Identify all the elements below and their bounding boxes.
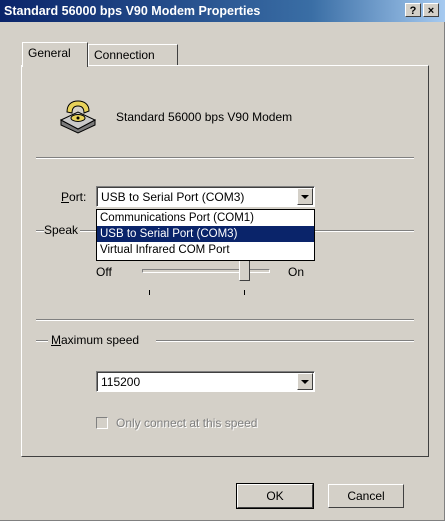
port-option-com3[interactable]: USB to Serial Port (COM3) bbox=[97, 226, 314, 242]
modem-telephone-icon bbox=[59, 100, 97, 134]
speaker-on-label: On bbox=[288, 265, 305, 279]
maximum-speed-label: Maximum speed bbox=[51, 333, 140, 347]
help-button[interactable]: ? bbox=[405, 3, 421, 17]
tab-connection[interactable]: Connection bbox=[88, 44, 178, 66]
speaker-volume-slider-track[interactable] bbox=[142, 269, 270, 273]
port-dropdown-list[interactable]: Communications Port (COM1) USB to Serial… bbox=[96, 209, 315, 261]
speaker-group-label: Speak bbox=[44, 223, 81, 237]
slider-tick-current bbox=[244, 290, 245, 295]
tab-general[interactable]: General bbox=[22, 42, 88, 67]
speaker-group-line-right bbox=[315, 230, 414, 232]
title-bar[interactable]: Standard 56000 bps V90 Modem Properties … bbox=[0, 0, 445, 22]
port-label: Port: bbox=[61, 190, 87, 204]
slider-tick-min bbox=[149, 290, 150, 295]
separator bbox=[36, 319, 414, 321]
chevron-down-icon[interactable] bbox=[297, 188, 313, 205]
device-name: Standard 56000 bps V90 Modem bbox=[116, 110, 293, 124]
separator bbox=[36, 157, 414, 159]
port-select[interactable]: USB to Serial Port (COM3) bbox=[96, 186, 315, 207]
close-button[interactable]: × bbox=[423, 3, 439, 17]
port-option-com1[interactable]: Communications Port (COM1) bbox=[97, 210, 314, 226]
modem-properties-dialog: Standard 56000 bps V90 Modem Properties … bbox=[0, 0, 445, 521]
cancel-button[interactable]: Cancel bbox=[328, 484, 404, 508]
speaker-off-label: Off bbox=[96, 265, 112, 279]
speed-group-line-left bbox=[36, 340, 48, 342]
maximum-speed-value: 115200 bbox=[101, 375, 141, 389]
chevron-down-icon[interactable] bbox=[297, 373, 313, 390]
speed-group-line-right bbox=[156, 340, 414, 342]
ok-button[interactable]: OK bbox=[236, 483, 314, 509]
port-option-infrared[interactable]: Virtual Infrared COM Port bbox=[97, 242, 314, 258]
maximum-speed-select[interactable]: 115200 bbox=[96, 371, 315, 392]
port-select-value: USB to Serial Port (COM3) bbox=[101, 190, 245, 204]
only-connect-label: Only connect at this speed bbox=[116, 416, 258, 430]
only-connect-checkbox[interactable] bbox=[96, 417, 108, 429]
speaker-volume-slider-thumb[interactable] bbox=[239, 259, 250, 281]
window-title: Standard 56000 bps V90 Modem Properties bbox=[4, 4, 261, 18]
